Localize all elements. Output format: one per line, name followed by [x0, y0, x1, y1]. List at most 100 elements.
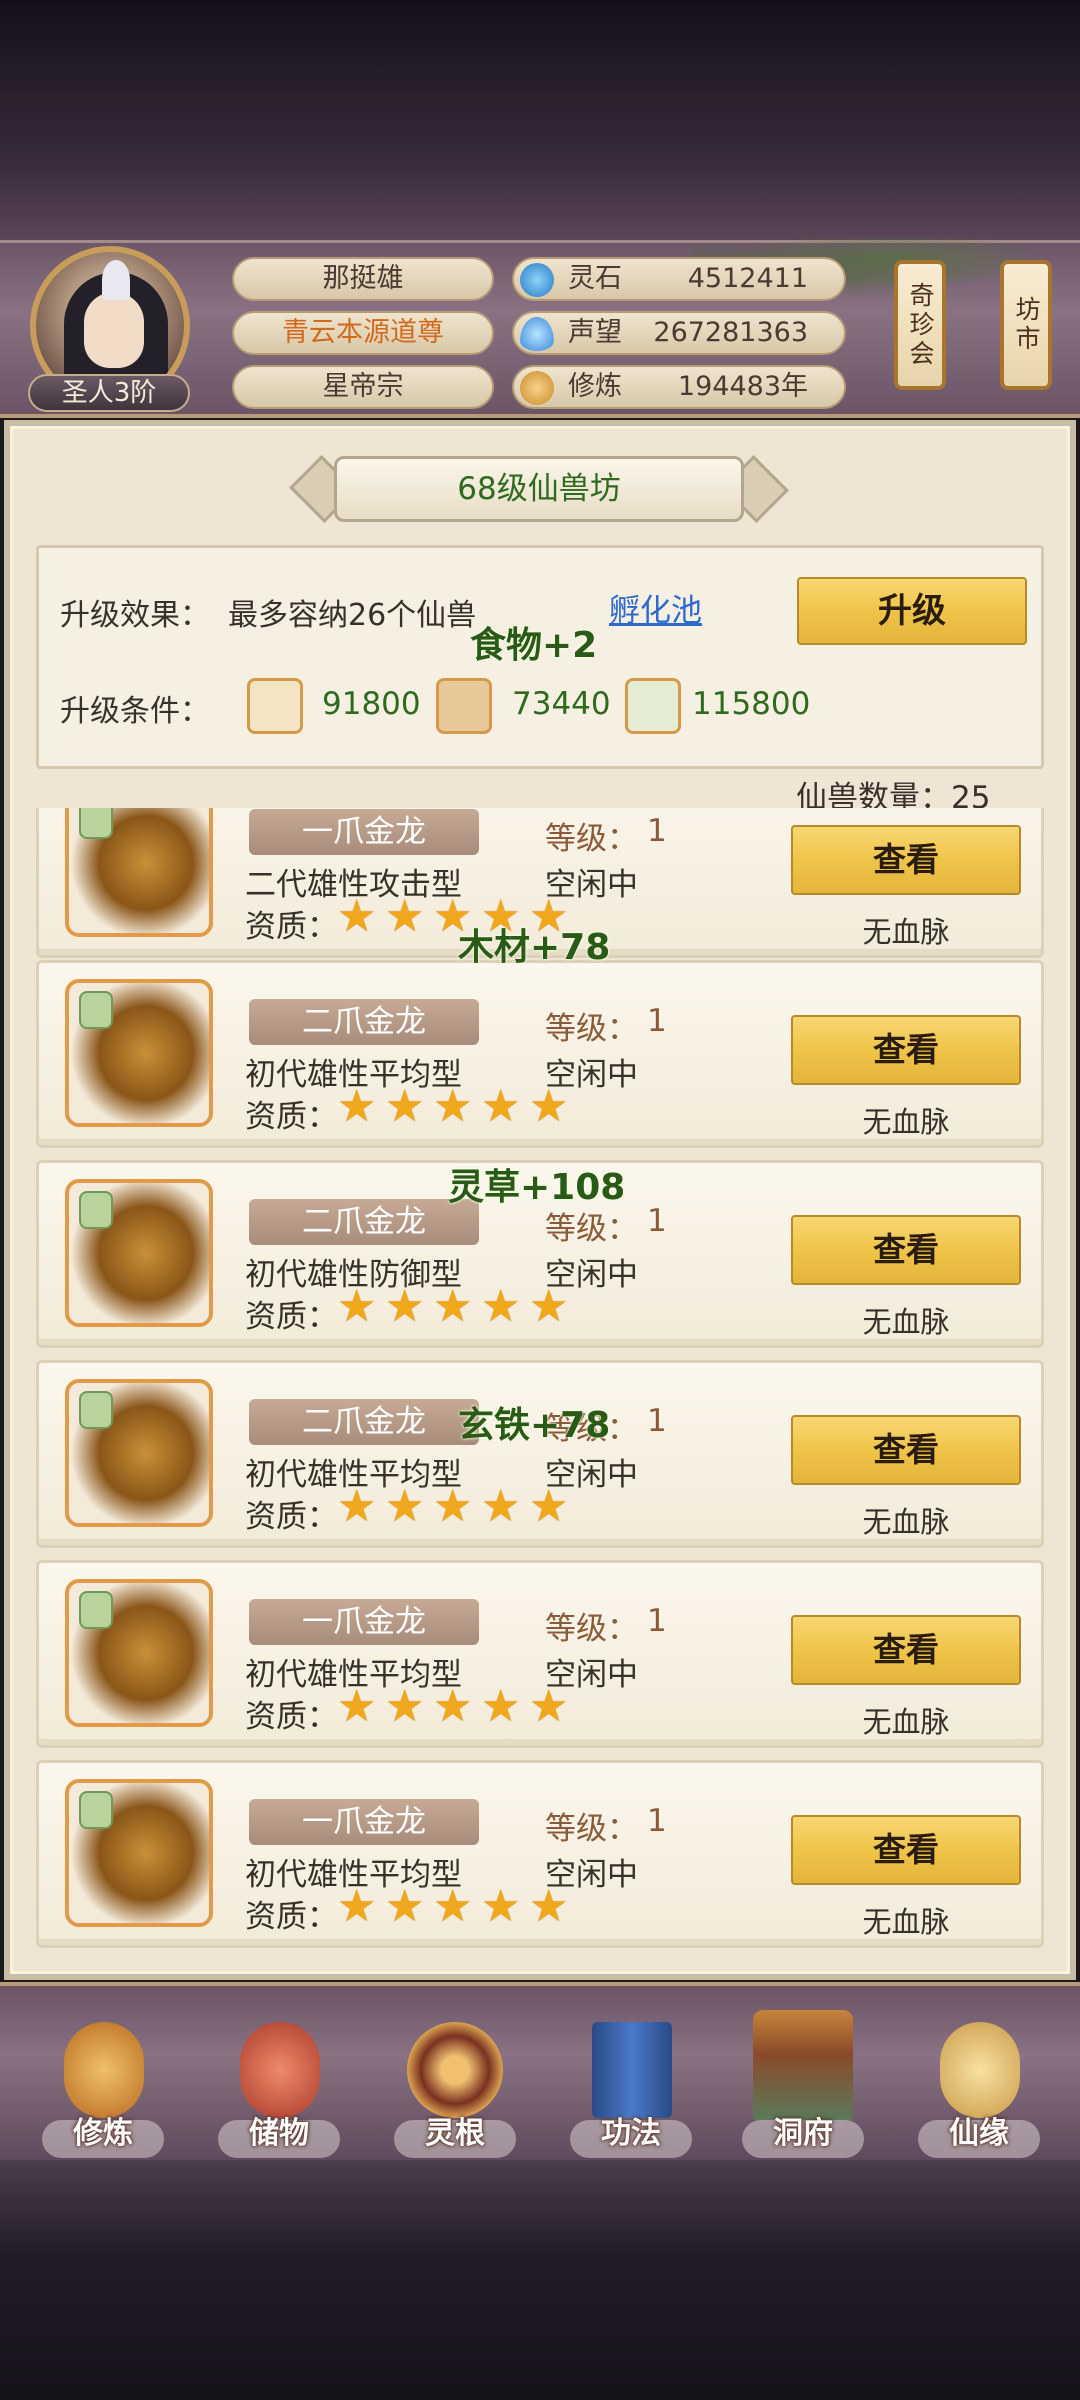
star-icon: ★ — [337, 1081, 377, 1132]
beast-name: 一爪金龙 — [249, 1799, 479, 1845]
storage-bag-icon — [240, 2022, 320, 2118]
cultivate-icon — [64, 2022, 144, 2118]
bottom-nav: 修炼 储物 灵根 功法 洞府 仙缘 — [0, 1982, 1080, 2160]
bloodline-status: 无血脉 — [862, 1705, 950, 1739]
status-bar-area — [0, 0, 1080, 240]
star-icon: ★ — [481, 1081, 521, 1132]
star-icon: ★ — [385, 1681, 425, 1732]
spirit-root-icon — [407, 2022, 503, 2118]
beast-level-label: 等级： — [545, 1611, 638, 1647]
star-icon: ★ — [433, 1481, 473, 1532]
ore-icon — [247, 678, 303, 734]
page-title: 68级仙兽坊 — [457, 471, 621, 507]
immortal-fate-icon — [940, 2022, 1020, 2118]
star-icon: ★ — [433, 1881, 473, 1932]
hatch-pool-link[interactable]: 孵化池 — [609, 585, 702, 630]
golden-dragon-icon[interactable] — [65, 1379, 213, 1527]
upgrade-effect-text: 最多容纳26个仙兽 — [228, 598, 477, 633]
spirit-stone-icon — [520, 263, 554, 297]
view-button[interactable]: 查看 — [791, 1415, 1021, 1485]
star-icon: ★ — [529, 1281, 569, 1332]
star-icon: ★ — [529, 1481, 569, 1532]
beast-level: 1 — [647, 1203, 667, 1239]
star-icon: ★ — [529, 1881, 569, 1932]
market-button[interactable]: 坊市 — [1000, 260, 1052, 390]
nav-label: 修炼 — [73, 2116, 133, 2151]
star-icon: ★ — [385, 1481, 425, 1532]
player-title: 青云本源道尊 — [232, 311, 494, 355]
quality-label: 资质： — [245, 1099, 338, 1135]
star-icon: ★ — [385, 891, 425, 942]
upgrade-button[interactable]: 升级 — [797, 577, 1027, 645]
golden-dragon-icon[interactable] — [65, 1579, 213, 1727]
resource-label: 声望 — [568, 317, 622, 348]
beast-name: 二爪金龙 — [249, 1199, 479, 1245]
star-icon: ★ — [529, 1081, 569, 1132]
herb-icon — [625, 678, 681, 734]
golden-dragon-icon[interactable] — [65, 1779, 213, 1927]
golden-dragon-icon[interactable] — [65, 979, 213, 1127]
beast-level: 1 — [647, 1803, 667, 1839]
star-icon: ★ — [337, 891, 377, 942]
nav-cultivate[interactable]: 修炼 — [28, 1986, 178, 2164]
cave-mansion-icon — [753, 2010, 853, 2120]
quality-label: 资质： — [245, 1699, 338, 1735]
ore-cost: 91800 — [322, 686, 421, 722]
view-button[interactable]: 查看 — [791, 825, 1021, 895]
nav-label: 仙缘 — [949, 2116, 1009, 2151]
resource-label: 灵石 — [568, 263, 622, 294]
star-icon: ★ — [433, 1081, 473, 1132]
star-icon: ★ — [385, 1081, 425, 1132]
nav-storage[interactable]: 储物 — [204, 1986, 354, 2164]
wood-gain-text: 木材+78 — [458, 927, 611, 968]
quality-label: 资质： — [245, 1499, 338, 1535]
resource-value: 267281363 — [653, 317, 808, 348]
view-button[interactable]: 查看 — [791, 1815, 1021, 1885]
star-icon: ★ — [481, 1881, 521, 1932]
quality-label: 资质： — [245, 1299, 338, 1335]
beast-level-label: 等级： — [545, 1811, 638, 1847]
lock-icon — [79, 808, 113, 839]
star-icon: ★ — [337, 1681, 377, 1732]
nav-skills[interactable]: 功法 — [556, 1986, 706, 2164]
nav-label: 功法 — [601, 2116, 661, 2151]
scripture-book-icon — [592, 2022, 672, 2118]
resource-label: 修炼 — [568, 371, 622, 402]
nav-label: 灵根 — [425, 2116, 485, 2151]
quality-label: 资质： — [245, 1899, 338, 1935]
star-icon: ★ — [433, 1681, 473, 1732]
view-button[interactable]: 查看 — [791, 1215, 1021, 1285]
bloodline-status: 无血脉 — [862, 1505, 950, 1539]
beast-card: 一爪金龙 等级： 1 初代雄性平均型 空闲中 资质： ★ ★ ★ ★ ★ 查看 … — [36, 1560, 1044, 1748]
nav-label: 储物 — [249, 2116, 309, 2151]
view-button[interactable]: 查看 — [791, 1615, 1021, 1685]
herb-gain-text: 灵草+108 — [448, 1167, 626, 1208]
lock-icon — [79, 1791, 113, 1829]
beast-list[interactable]: 一爪金龙 等级： 1 二代雄性攻击型 空闲中 资质： ★ ★ ★ ★ ★ 查看 … — [36, 808, 1044, 1964]
nav-label: 洞府 — [773, 2116, 833, 2151]
star-icon: ★ — [529, 1681, 569, 1732]
herb-cost: 115800 — [692, 686, 811, 722]
wood-icon — [436, 678, 492, 734]
nav-spirit-root[interactable]: 灵根 — [380, 1986, 530, 2164]
view-button[interactable]: 查看 — [791, 1015, 1021, 1085]
reputation-resource: 声望 267281363 — [512, 311, 846, 355]
nav-cave[interactable]: 洞府 — [728, 1986, 878, 2164]
star-icon: ★ — [481, 1281, 521, 1332]
golden-dragon-icon[interactable] — [65, 1179, 213, 1327]
treasure-fair-button[interactable]: 奇珍会 — [894, 260, 946, 390]
nav-fate[interactable]: 仙缘 — [904, 1986, 1054, 2164]
player-name: 那挺雄 — [232, 257, 494, 301]
player-sect: 星帝宗 — [232, 365, 494, 409]
rank-badge: 圣人3阶 — [28, 374, 190, 412]
upgrade-effect-label: 升级效果： — [60, 598, 210, 633]
bloodline-status: 无血脉 — [862, 915, 950, 949]
upgrade-condition-label: 升级条件： — [60, 694, 210, 729]
star-icon: ★ — [337, 1881, 377, 1932]
star-icon: ★ — [337, 1481, 377, 1532]
lock-icon — [79, 991, 113, 1029]
bloodline-status: 无血脉 — [862, 1905, 950, 1939]
golden-dragon-icon[interactable] — [65, 808, 213, 937]
lock-icon — [79, 1391, 113, 1429]
beast-level-label: 等级： — [545, 1011, 638, 1047]
